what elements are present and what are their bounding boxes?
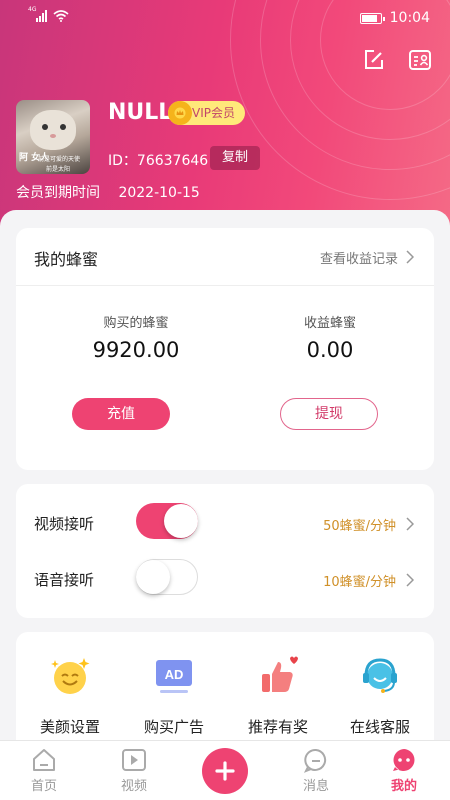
chevron-right-icon — [406, 250, 414, 264]
vip-expiry-label: 会员到期时间 — [16, 185, 100, 201]
video-answer-label: 视频接听 — [34, 515, 95, 533]
feature-buy-ads[interactable]: AD 购买广告 — [124, 654, 224, 737]
crown-icon — [168, 101, 192, 125]
feature-label: 美颜设置 — [39, 718, 100, 736]
chevron-right-icon — [406, 573, 414, 587]
user-id: ID：76637646 — [108, 153, 209, 169]
feature-label: 推荐有奖 — [247, 718, 308, 736]
video-answer-toggle[interactable] — [136, 503, 198, 539]
purchased-honey-value: 9920.00 — [92, 338, 180, 362]
earnings-records-link[interactable]: 查看收益记录 — [320, 248, 398, 267]
answer-settings-card: 视频接听 50蜂蜜/分钟 语音接听 10蜂蜜/分钟 — [16, 484, 434, 618]
avatar-caption: 前是太阳 — [46, 166, 71, 173]
vip-expiry: 会员到期时间 2022-10-15 — [16, 182, 200, 202]
svg-text:AD: AD — [165, 667, 184, 682]
video-icon — [104, 747, 164, 773]
wifi-icon — [53, 10, 69, 22]
beauty-smile-icon — [48, 654, 92, 698]
earned-honey-label: 收益蜂蜜 — [303, 316, 356, 331]
vip-expiry-date: 2022-10-15 — [118, 185, 200, 201]
edit-icon — [365, 50, 383, 69]
purchased-honey-label: 购买的蜂蜜 — [103, 316, 169, 331]
feature-label: 在线客服 — [349, 718, 410, 736]
profile-icon — [374, 747, 434, 773]
plus-icon — [215, 761, 235, 781]
avatar-caption: 前是可爱的天使 — [38, 156, 81, 163]
voice-answer-toggle[interactable] — [136, 559, 198, 595]
earned-honey-value: 0.00 — [306, 338, 354, 362]
withdraw-button[interactable]: 提现 — [280, 398, 378, 430]
username: NULL — [108, 100, 173, 125]
chevron-right-icon — [406, 517, 414, 531]
video-answer-rate: 50蜂蜜/分钟 — [323, 519, 396, 534]
customer-service-icon — [358, 654, 402, 698]
voice-answer-rate: 10蜂蜜/分钟 — [323, 575, 396, 590]
tab-messages[interactable]: 消息 — [286, 747, 346, 794]
edit-profile-button[interactable] — [360, 46, 388, 74]
feature-beauty-settings[interactable]: 美颜设置 — [20, 654, 120, 737]
tab-mine[interactable]: 我的 — [374, 747, 434, 794]
home-icon — [14, 747, 74, 773]
status-bar: 4G 10:04 — [0, 0, 450, 36]
feature-online-support[interactable]: 在线客服 — [330, 654, 430, 737]
vip-badge: VIP会员 — [168, 101, 245, 125]
battery-icon — [359, 12, 385, 24]
tab-home[interactable]: 首页 — [14, 747, 74, 794]
voice-answer-row[interactable]: 语音接听 10蜂蜜/分钟 — [16, 551, 434, 607]
ad-icon: AD — [152, 654, 196, 698]
avatar[interactable]: 阿 女人 前是可爱的天使 前是太阳 — [16, 100, 90, 174]
tab-video[interactable]: 视频 — [104, 747, 164, 794]
copy-id-button[interactable]: 复制 — [210, 146, 260, 170]
video-answer-row[interactable]: 视频接听 50蜂蜜/分钟 — [16, 495, 434, 551]
feature-label: 购买广告 — [143, 718, 204, 736]
create-post-button[interactable] — [202, 748, 248, 794]
thumbs-up-heart-icon — [256, 654, 300, 698]
honey-title: 我的蜂蜜 — [34, 250, 99, 269]
id-card-button[interactable] — [406, 46, 434, 74]
feature-referral-reward[interactable]: 推荐有奖 — [228, 654, 328, 737]
voice-answer-label: 语音接听 — [34, 571, 95, 589]
recharge-button[interactable]: 充值 — [72, 398, 170, 430]
message-icon — [286, 747, 346, 773]
clock: 10:04 — [389, 10, 430, 26]
signal-icon: 4G — [28, 6, 47, 22]
honey-card: 我的蜂蜜 查看收益记录 购买的蜂蜜 9920.00 收益蜂蜜 0.00 充值 提… — [16, 228, 434, 470]
id-card-icon — [409, 50, 431, 70]
